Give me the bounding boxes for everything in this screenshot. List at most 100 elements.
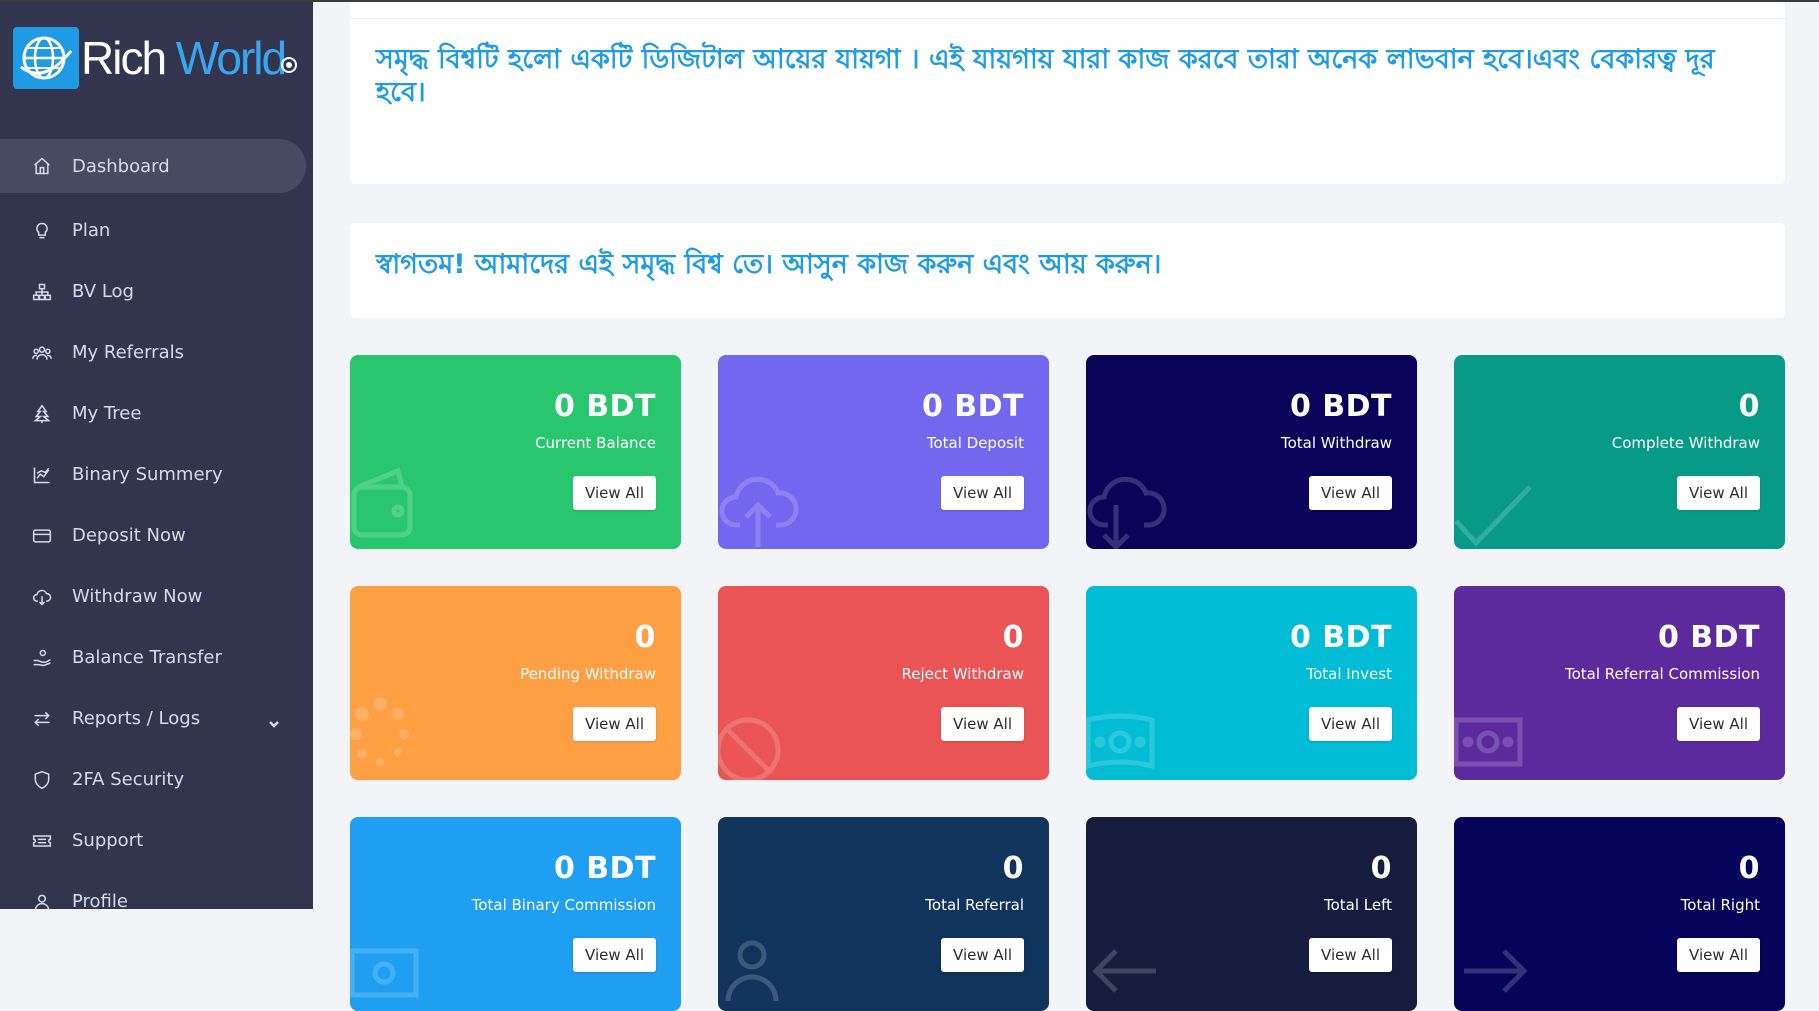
sidebar-item-label: Withdraw Now bbox=[72, 586, 203, 607]
home-icon bbox=[31, 155, 53, 177]
stat-card-total-binary-commission: 0 BDT Total Binary Commission View All bbox=[350, 817, 681, 1011]
view-all-button[interactable]: View All bbox=[1677, 476, 1760, 510]
sidebar-item-withdraw-now[interactable]: Withdraw Now bbox=[0, 566, 313, 627]
chevron-down-icon[interactable] bbox=[268, 713, 280, 728]
stat-value: 0 BDT bbox=[1289, 620, 1392, 655]
stat-label: Complete Withdraw bbox=[1611, 434, 1760, 452]
view-all-button[interactable]: View All bbox=[1309, 476, 1392, 510]
stat-label: Total Deposit bbox=[926, 434, 1024, 452]
welcome-panel: স্বাগতম! আমাদের এই সমৃদ্ধ বিশ্ব তে। আসুন… bbox=[350, 223, 1785, 318]
stat-label: Total Binary Commission bbox=[471, 896, 656, 914]
hierarchy-icon bbox=[31, 281, 53, 303]
users-icon bbox=[718, 921, 808, 1011]
globe-icon bbox=[13, 27, 79, 89]
sidebar-item-label: Plan bbox=[72, 220, 111, 241]
view-all-button[interactable]: View All bbox=[941, 938, 1024, 972]
sidebar-item-label: Binary Summery bbox=[72, 464, 223, 485]
spinner-icon bbox=[350, 690, 440, 780]
notice-panel: সমৃদ্ধ বিশ্বটি হলো একটি ডিজিটাল আয়ের যা… bbox=[350, 0, 1785, 184]
arrows-swap-icon bbox=[31, 708, 53, 730]
sidebar-item-deposit-now[interactable]: Deposit Now bbox=[0, 505, 313, 566]
ban-icon bbox=[718, 690, 808, 780]
stat-label: Total Withdraw bbox=[1280, 434, 1392, 452]
sidebar-item-label: My Tree bbox=[72, 403, 142, 424]
sidebar-item-label: Deposit Now bbox=[72, 525, 186, 546]
stat-card-total-left: 0 Total Left View All bbox=[1086, 817, 1417, 1011]
cloud-upload-icon bbox=[718, 459, 808, 549]
brand-name-part2: World bbox=[165, 32, 287, 84]
wallet-icon bbox=[350, 459, 440, 549]
sidebar-item-my-tree[interactable]: My Tree bbox=[0, 383, 313, 444]
stat-card-pending-withdraw: 0 Pending Withdraw View All bbox=[350, 586, 681, 780]
stat-label: Total Left bbox=[1323, 896, 1392, 914]
sidebar-toggle-icon[interactable] bbox=[281, 57, 297, 73]
sidebar: Rich World Dashboard Plan BV Log My Refe… bbox=[0, 0, 313, 909]
sidebar-item-label: 2FA Security bbox=[72, 769, 185, 790]
view-all-button[interactable]: View All bbox=[1677, 707, 1760, 741]
sidebar-item-plan[interactable]: Plan bbox=[0, 200, 313, 261]
lightbulb-icon bbox=[31, 220, 53, 242]
view-all-button[interactable]: View All bbox=[573, 938, 656, 972]
view-all-button[interactable]: View All bbox=[573, 476, 656, 510]
view-all-button[interactable]: View All bbox=[573, 707, 656, 741]
sidebar-item-balance-transfer[interactable]: Balance Transfer bbox=[0, 627, 313, 688]
money-icon bbox=[1086, 690, 1176, 780]
sidebar-item-bv-log[interactable]: BV Log bbox=[0, 261, 313, 322]
arrow-right-icon bbox=[1454, 921, 1544, 1011]
sidebar-item-binary-summery[interactable]: Binary Summery bbox=[0, 444, 313, 505]
stat-label: Total Referral Commission bbox=[1564, 665, 1760, 683]
sidebar-item-reports-logs[interactable]: Reports / Logs bbox=[0, 688, 313, 749]
sidebar-item-label: Balance Transfer bbox=[72, 647, 222, 668]
stat-value: 0 BDT bbox=[1657, 620, 1760, 655]
stat-card-current-balance: 0 BDT Current Balance View All bbox=[350, 355, 681, 549]
users-icon bbox=[31, 342, 53, 364]
hand-coin-icon bbox=[31, 647, 53, 669]
view-all-button[interactable]: View All bbox=[1677, 938, 1760, 972]
view-all-button[interactable]: View All bbox=[1309, 938, 1392, 972]
stat-value: 0 BDT bbox=[553, 851, 656, 886]
chart-icon bbox=[31, 464, 53, 486]
sidebar-item-my-referrals[interactable]: My Referrals bbox=[0, 322, 313, 383]
stat-value: 0 BDT bbox=[553, 389, 656, 424]
view-all-button[interactable]: View All bbox=[1309, 707, 1392, 741]
money-icon bbox=[350, 921, 440, 1011]
sidebar-item-profile[interactable]: Profile bbox=[0, 871, 313, 909]
brand-logo[interactable]: Rich World bbox=[13, 27, 303, 89]
stat-label: Current Balance bbox=[535, 434, 656, 452]
stat-card-total-invest: 0 BDT Total Invest View All bbox=[1086, 586, 1417, 780]
stat-label: Reject Withdraw bbox=[901, 665, 1024, 683]
sidebar-item-label: Dashboard bbox=[72, 155, 170, 177]
welcome-message: স্বাগতম! আমাদের এই সমৃদ্ধ বিশ্ব তে। আসুন… bbox=[376, 249, 1162, 280]
sidebar-item-label: Reports / Logs bbox=[72, 708, 201, 729]
stat-value: 0 bbox=[1738, 851, 1760, 886]
sidebar-item-2fa-security[interactable]: 2FA Security bbox=[0, 749, 313, 810]
sidebar-item-label: My Referrals bbox=[72, 342, 184, 363]
notice-headline: সমৃদ্ধ বিশ্বটি হলো একটি ডিজিটাল আয়ের যা… bbox=[376, 44, 1715, 108]
stat-card-total-right: 0 Total Right View All bbox=[1454, 817, 1785, 1011]
stat-label: Total Referral bbox=[925, 896, 1024, 914]
view-all-button[interactable]: View All bbox=[941, 707, 1024, 741]
stat-card-reject-withdraw: 0 Reject Withdraw View All bbox=[718, 586, 1049, 780]
stat-card-complete-withdraw: 0 Complete Withdraw View All bbox=[1454, 355, 1785, 549]
brand-name: Rich World bbox=[81, 32, 287, 84]
cloud-download-icon bbox=[31, 586, 53, 608]
cloud-download-icon bbox=[1086, 459, 1176, 549]
stat-value: 0 bbox=[634, 620, 656, 655]
stat-label: Pending Withdraw bbox=[520, 665, 656, 683]
stat-value: 0 bbox=[1002, 851, 1024, 886]
stat-value: 0 BDT bbox=[1289, 389, 1392, 424]
money-icon bbox=[1454, 690, 1544, 780]
shield-icon bbox=[31, 769, 53, 791]
stat-card-total-deposit: 0 BDT Total Deposit View All bbox=[718, 355, 1049, 549]
stat-card-total-referral-commission: 0 BDT Total Referral Commission View All bbox=[1454, 586, 1785, 780]
stat-value: 0 bbox=[1738, 389, 1760, 424]
stat-value: 0 bbox=[1002, 620, 1024, 655]
brand-name-part1: Rich bbox=[81, 32, 167, 84]
stat-value: 0 BDT bbox=[921, 389, 1024, 424]
stat-value: 0 bbox=[1370, 851, 1392, 886]
sidebar-item-support[interactable]: Support bbox=[0, 810, 313, 871]
sidebar-item-dashboard[interactable]: Dashboard bbox=[0, 139, 306, 193]
view-all-button[interactable]: View All bbox=[941, 476, 1024, 510]
sidebar-item-label: BV Log bbox=[72, 281, 134, 302]
stat-label: Total Invest bbox=[1306, 665, 1392, 683]
